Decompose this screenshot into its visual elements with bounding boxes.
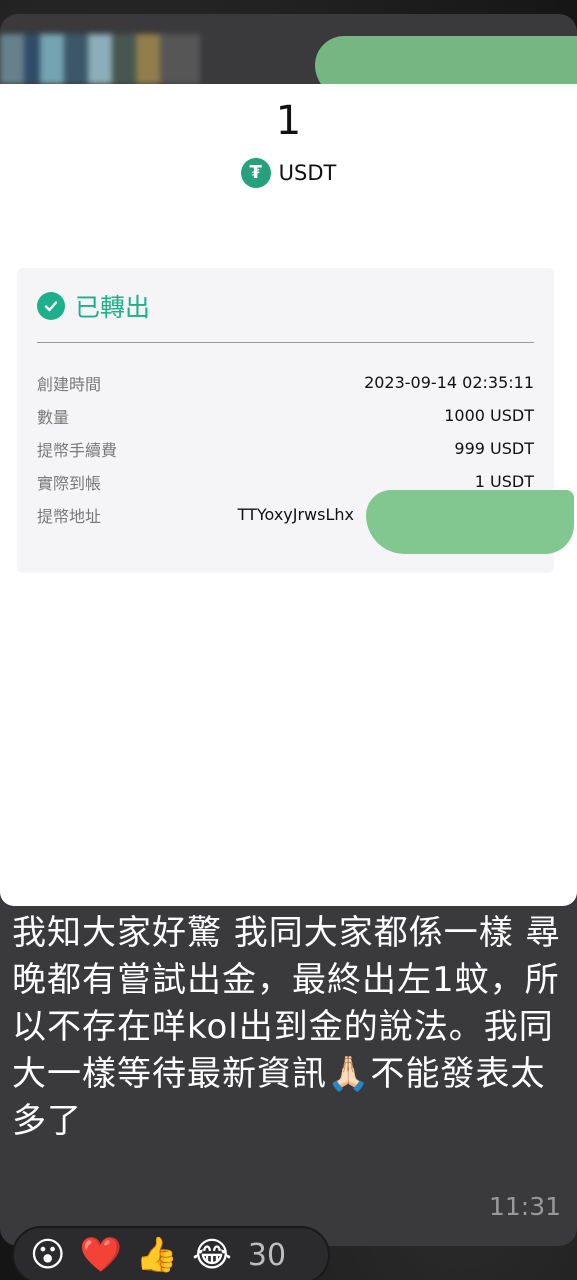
divider xyxy=(37,342,534,343)
reactions-bar[interactable]: 😮 ❤️ 👍 😂 30 xyxy=(12,1226,330,1280)
surprised-emoji-icon[interactable]: 😮 xyxy=(30,1238,65,1272)
detail-value: 1000 USDT xyxy=(444,406,534,425)
thumbs-up-emoji-icon[interactable]: 👍 xyxy=(136,1238,178,1272)
message-timestamp: 11:31 xyxy=(488,1192,561,1221)
detail-label: 提幣手續費 xyxy=(37,440,118,460)
detail-value: 2023-09-14 02:35:11 xyxy=(364,373,534,392)
detail-label: 提幣地址 xyxy=(37,506,102,526)
detail-row-created-time: 創建時間 2023-09-14 02:35:11 xyxy=(37,366,534,399)
token-label: ₮ USDT xyxy=(0,158,577,188)
detail-label: 數量 xyxy=(37,407,70,427)
detail-value: 1 USDT xyxy=(474,472,534,491)
detail-value: 999 USDT xyxy=(454,439,534,458)
tether-icon: ₮ xyxy=(240,158,271,188)
detail-label: 創建時間 xyxy=(37,374,102,394)
detail-label: 實際到帳 xyxy=(37,473,102,493)
withdrawal-amount: 1 xyxy=(275,98,302,144)
token-name: USDT xyxy=(278,161,337,185)
attached-screenshot[interactable]: 1 ₮ USDT 已轉出 創建時間 2023-09-14 02:35:11 數量 xyxy=(0,84,577,906)
laughing-emoji-icon[interactable]: 😂 xyxy=(192,1238,232,1272)
check-circle-icon xyxy=(37,292,65,320)
detail-row-fee: 提幣手續費 999 USDT xyxy=(37,432,534,465)
heart-emoji-icon[interactable]: ❤️ xyxy=(79,1238,121,1272)
sender-header xyxy=(0,14,577,98)
sender-name-pixelated xyxy=(0,34,200,84)
detail-value: TTYoxyJrwsLhx xyxy=(237,505,354,524)
address-redaction-mark xyxy=(366,490,574,554)
reaction-count: 30 xyxy=(247,1237,287,1273)
detail-row-quantity: 數量 1000 USDT xyxy=(37,399,534,432)
transfer-status: 已轉出 xyxy=(37,288,150,324)
message-text: 我知大家好驚 我同大家都係一樣 尋晚都有嘗試出金，最終出左1蚊，所以不存在咩ko… xyxy=(12,913,561,1141)
status-text: 已轉出 xyxy=(75,293,151,322)
